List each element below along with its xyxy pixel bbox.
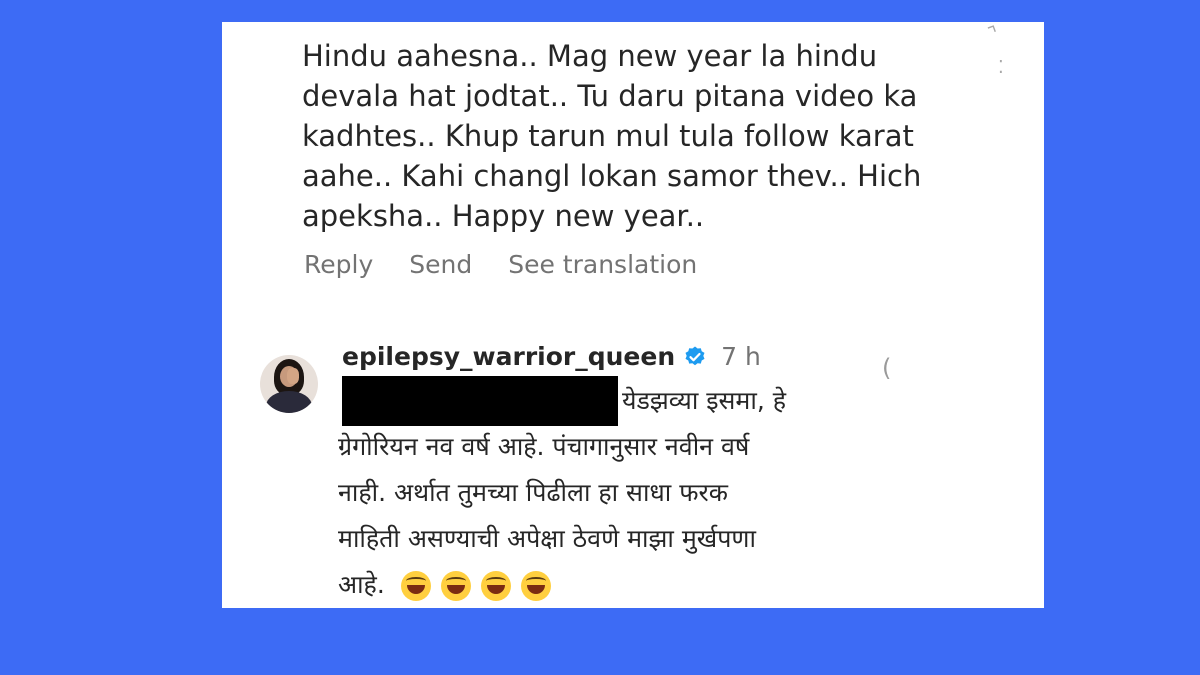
verified-badge-icon: [685, 346, 705, 365]
partial-heart-icon[interactable]: (: [882, 356, 891, 380]
reply-line: माहिती असण्याची अपेक्षा ठेवणे माझा मुर्ख…: [338, 524, 756, 553]
comment-actions: Reply Send See translation: [304, 250, 697, 279]
emoji-row: [400, 570, 553, 601]
reply-last-line: आहे.: [338, 562, 858, 608]
timestamp: 7 h: [721, 342, 761, 371]
laughing-tears-emoji-icon: [440, 571, 471, 601]
laughing-tears-emoji-icon: [520, 571, 551, 601]
avatar[interactable]: [260, 355, 318, 413]
partial-icon-edge: ⁚: [998, 57, 1004, 78]
reply-line: नाही. अर्थात तुमच्या पिढीला हा साधा फरक: [338, 478, 728, 507]
send-button[interactable]: Send: [409, 250, 472, 279]
reply-line: ग्रेगोरियन नव वर्ष आहे. पंचागानुसार नवीन…: [338, 432, 750, 461]
reply-header: epilepsy_warrior_queen 7 h: [342, 342, 761, 371]
reply-line: येडझव्या इसमा, हे: [622, 386, 787, 415]
laughing-tears-emoji-icon: [480, 571, 511, 601]
reply-line: आहे.: [338, 570, 385, 599]
username-link[interactable]: epilepsy_warrior_queen: [342, 342, 675, 371]
reply-button[interactable]: Reply: [304, 250, 373, 279]
laughing-tears-emoji-icon: [400, 571, 431, 601]
see-translation-button[interactable]: See translation: [508, 250, 697, 279]
comment-text: Hindu aahesna.. Mag new year la hindu de…: [302, 39, 922, 233]
reply-text: येडझव्या इसमा, हे ग्रेगोरियन नव वर्ष आहे…: [338, 378, 858, 608]
screenshot-card: ⌝ ⁚ Hindu aahesna.. Mag new year la hind…: [222, 22, 1044, 608]
partial-icon-edge: ⌝: [985, 22, 1003, 47]
